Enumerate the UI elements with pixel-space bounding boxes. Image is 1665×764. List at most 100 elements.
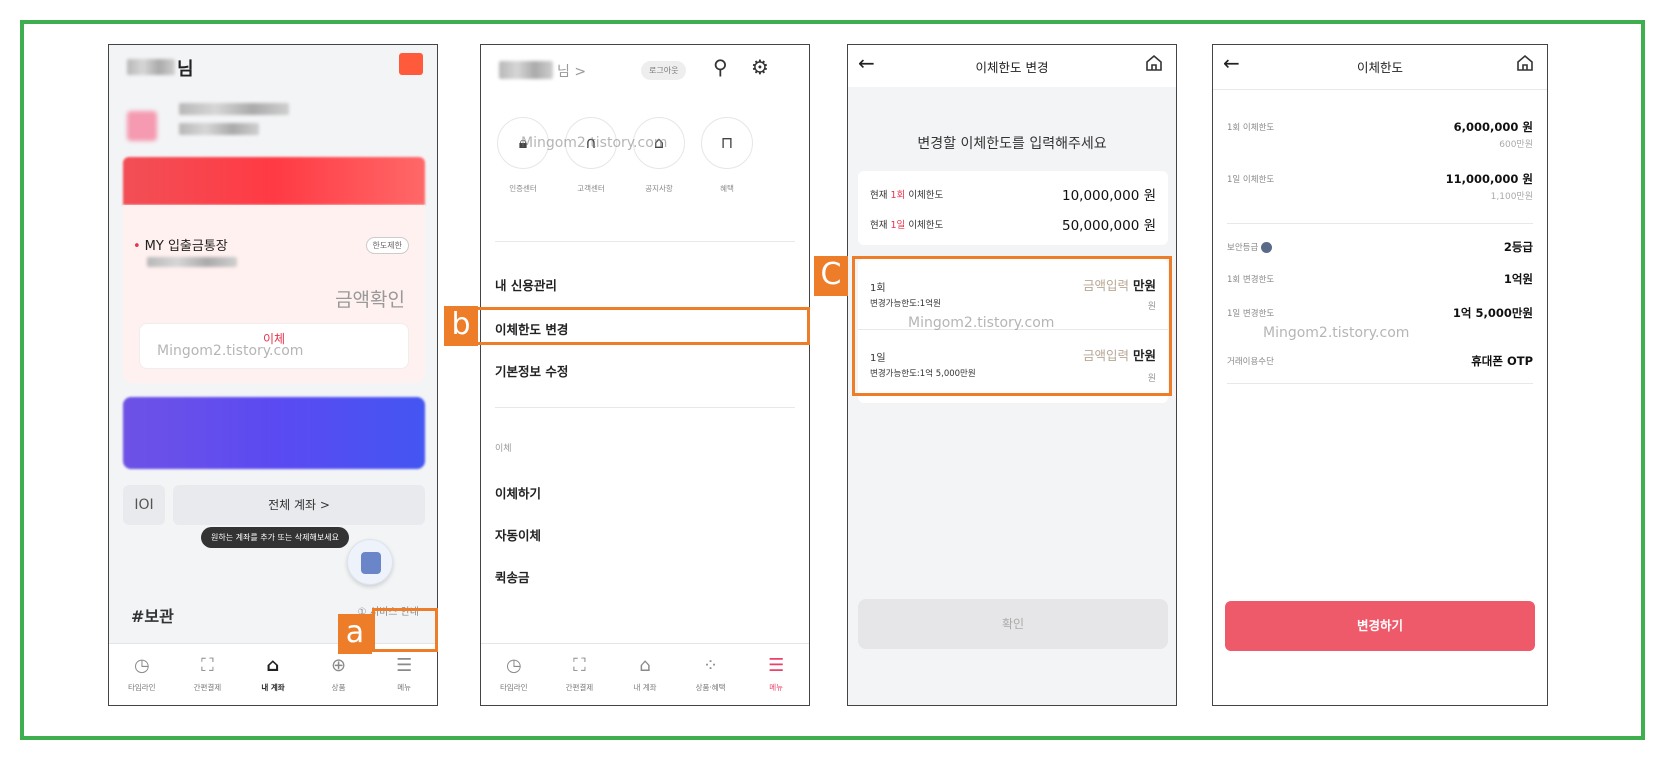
menu-item-quick-send[interactable]: 퀵송금 xyxy=(481,567,530,586)
home-icon[interactable] xyxy=(1515,53,1535,73)
prompt-text: 변경할 이체한도를 입력해주세요 xyxy=(917,136,1107,152)
tab-my-account[interactable]: ⌂ 내 계좌 xyxy=(612,644,678,705)
search-icon[interactable]: ⚲ xyxy=(713,55,728,79)
limit-value: 6,000,000 원 xyxy=(1453,120,1533,134)
screen-menu: 님 > 로그아웃 ⚲ ⚙ 🔒︎ ∩ ⌂ ⊓ Mingom2.tistory.co… xyxy=(480,44,810,706)
account-name: • MY 입출금통장 xyxy=(133,239,228,254)
tab-menu[interactable]: ☰ 메뉴 xyxy=(743,644,809,705)
limit-sub: 600만원 xyxy=(1499,140,1533,150)
watermark: Mingom2.tistory.com xyxy=(157,343,304,359)
tab-products[interactable]: ⁘ 상품·혜택 xyxy=(678,644,744,705)
gift-icon[interactable]: ⊓ xyxy=(701,117,753,169)
watermark: Mingom2.tistory.com xyxy=(521,135,668,151)
page-title: 이체한도 xyxy=(1356,60,1403,75)
change-button[interactable]: 변경하기 xyxy=(1225,601,1535,651)
menu-item-credit[interactable]: 내 신용관리 xyxy=(481,275,557,294)
menu-item-transfer[interactable]: 이체하기 xyxy=(481,483,541,502)
shortcut-label: 혜택 xyxy=(720,184,734,193)
amount-check[interactable]: 금액확인 xyxy=(335,285,405,312)
detail-value: 휴대폰 OTP xyxy=(1471,354,1533,368)
divider xyxy=(1213,89,1547,90)
avatar xyxy=(127,111,157,141)
detail-row: 보안등급 2등급 xyxy=(1227,240,1533,254)
blurred-account-number xyxy=(147,257,237,267)
detail-row: 1일 변경한도 1억 5,000만원 xyxy=(1227,306,1533,320)
header: ← 이체한도 변경 xyxy=(848,45,1176,87)
blurred-username xyxy=(499,61,553,79)
home-icon: ⌂ xyxy=(639,655,651,676)
detail-value: 2등급 xyxy=(1503,240,1533,254)
account-order-button[interactable]: IOI xyxy=(123,485,165,525)
current-limit-row: 현재 1회 이체한도 10,000,000 원 xyxy=(870,187,1156,204)
clock-icon: ◷ xyxy=(133,655,150,676)
menu-item-profile[interactable]: 기본정보 수정 xyxy=(481,361,568,380)
gear-icon[interactable]: ⚙ xyxy=(751,55,769,79)
limit-row: 1회 이체한도 6,000,000 원 600만원 xyxy=(1227,120,1533,150)
divider xyxy=(1227,223,1533,224)
page-title: 이체한도 변경 xyxy=(975,60,1049,75)
floating-action-button[interactable] xyxy=(347,539,393,585)
screen-limit-result: ← 이체한도 1회 이체한도 6,000,000 원 600만원 1일 이체한도… xyxy=(1212,44,1548,706)
scan-icon: ⛶ xyxy=(201,655,214,676)
header: ← 이체한도 xyxy=(1213,45,1547,87)
greeting-suffix: 님 xyxy=(177,59,194,80)
menu-icon: ☰ xyxy=(396,655,413,676)
info-icon[interactable] xyxy=(1260,242,1272,253)
blurred-username xyxy=(127,59,175,75)
tab-bar: ◷ 타임라인 ⛶ 간편결제 ⌂ 내 계좌 ⊕ 상품 ☰ 메뉴 xyxy=(109,643,437,705)
home-icon: ⌂ xyxy=(266,655,280,676)
marker-c: C xyxy=(814,256,848,296)
blurred-info xyxy=(179,123,259,135)
all-accounts-button[interactable]: 전체 계좌 > xyxy=(173,485,425,525)
current-limit-row: 현재 1일 이체한도 50,000,000 원 xyxy=(870,217,1156,234)
tab-my-account[interactable]: ⌂ 내 계좌 xyxy=(240,644,306,705)
scan-icon: ⛶ xyxy=(573,655,586,676)
shortcut-label: 공지사항 xyxy=(645,184,673,193)
menu-icon: ☰ xyxy=(768,655,785,676)
clock-icon: ◷ xyxy=(505,655,522,676)
tab-bar: ◷ 타임라인 ⛶ 간편결제 ⌂ 내 계좌 ⁘ 상품·혜택 ☰ 메뉴 xyxy=(481,643,809,705)
marker-a: a xyxy=(338,614,372,654)
confirm-button[interactable]: 확인 xyxy=(858,599,1168,649)
highlight-box-inputs xyxy=(852,256,1172,396)
limit-sub: 1,100만원 xyxy=(1490,192,1533,202)
detail-row: 거래이용수단 휴대폰 OTP xyxy=(1227,354,1533,368)
current-limit-value: 50,000,000 원 xyxy=(1061,218,1156,234)
plus-circle-icon: ⊕ xyxy=(331,655,347,676)
section-label: 이체 xyxy=(495,444,512,454)
tooltip: 원하는 계좌를 추가 또는 삭제해보세요 xyxy=(201,527,349,548)
divider xyxy=(495,241,795,242)
detail-value: 1억 5,000만원 xyxy=(1452,306,1533,320)
tab-timeline[interactable]: ◷ 타임라인 xyxy=(109,644,175,705)
limit-row: 1일 이체한도 11,000,000 원 1,100만원 xyxy=(1227,172,1533,202)
tab-easy-pay[interactable]: ⛶ 간편결제 xyxy=(547,644,613,705)
current-limits-card: 현재 1회 이체한도 10,000,000 원 현재 1일 이체한도 50,00… xyxy=(858,171,1168,245)
watermark: Mingom2.tistory.com xyxy=(1263,325,1410,341)
current-limit-value: 10,000,000 원 xyxy=(1061,188,1156,204)
blurred-promo-card xyxy=(123,397,425,469)
detail-value: 1억원 xyxy=(1503,272,1533,286)
logout-button[interactable]: 로그아웃 xyxy=(641,61,687,80)
highlight-box-menu xyxy=(372,608,438,652)
limit-badge: 한도제한 xyxy=(365,237,409,254)
shortcut-label: 고객센터 xyxy=(577,184,605,193)
marker-b: b xyxy=(444,306,478,346)
divider xyxy=(495,407,795,408)
shortcut-label: 인증센터 xyxy=(509,184,537,193)
gift-icon[interactable] xyxy=(399,53,423,75)
divider xyxy=(1227,383,1533,384)
greeting-suffix[interactable]: 님 > xyxy=(557,61,586,81)
limit-value: 11,000,000 원 xyxy=(1445,172,1533,186)
dots-icon: ⁘ xyxy=(703,655,719,676)
highlight-box-transfer-limit xyxy=(454,307,810,345)
home-icon[interactable] xyxy=(1144,53,1164,73)
blurred-info xyxy=(179,103,289,115)
screen-my-accounts: 님 • MY 입출금통장 한도제한 금액확인 이체 Mingom2.tistory… xyxy=(108,44,438,706)
blurred-banner xyxy=(123,157,425,205)
menu-item-auto-transfer[interactable]: 자동이체 xyxy=(481,525,541,544)
tab-easy-pay[interactable]: ⛶ 간편결제 xyxy=(175,644,241,705)
section-title: #보관 xyxy=(131,607,174,626)
detail-row: 1회 변경한도 1억원 xyxy=(1227,272,1533,286)
tab-menu[interactable]: ☰ 메뉴 xyxy=(371,644,437,705)
tab-timeline[interactable]: ◷ 타임라인 xyxy=(481,644,547,705)
